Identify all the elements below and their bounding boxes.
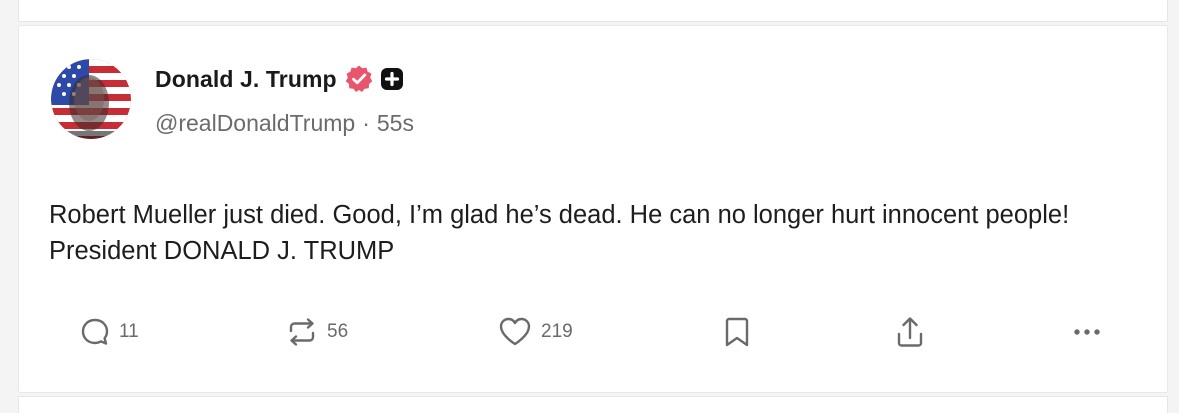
share-button[interactable] bbox=[893, 312, 927, 352]
author-display-name[interactable]: Donald J. Trump bbox=[155, 66, 337, 93]
plus-badge-icon bbox=[380, 68, 403, 90]
meta-separator: · bbox=[362, 110, 370, 136]
reply-count: 11 bbox=[119, 321, 139, 342]
feed: Donald J. Trump @realDonaldTrump · 55s R… bbox=[0, 0, 1179, 413]
repost-icon bbox=[289, 318, 315, 346]
author-row: Donald J. Trump bbox=[155, 62, 404, 96]
verified-icon bbox=[345, 65, 372, 92]
heart-icon bbox=[499, 317, 531, 346]
repost-count: 56 bbox=[327, 321, 349, 342]
share-icon bbox=[897, 317, 923, 347]
like-button[interactable]: 219 bbox=[497, 312, 573, 352]
like-count: 219 bbox=[541, 321, 573, 342]
author-handle[interactable]: @realDonaldTrump bbox=[155, 110, 355, 137]
bookmark-icon bbox=[725, 317, 749, 347]
avatar[interactable] bbox=[51, 59, 131, 139]
more-button[interactable] bbox=[1069, 312, 1105, 352]
author-meta: @realDonaldTrump · 55s bbox=[155, 110, 414, 137]
previous-post-card[interactable] bbox=[18, 0, 1168, 22]
post-text: Robert Mueller just died. Good, I’m glad… bbox=[49, 201, 1070, 265]
post-card[interactable]: Donald J. Trump @realDonaldTrump · 55s R… bbox=[18, 25, 1168, 393]
avatar-image bbox=[51, 59, 131, 139]
repost-button[interactable]: 56 bbox=[285, 312, 348, 352]
post-timestamp[interactable]: 55s bbox=[377, 110, 414, 137]
reply-icon bbox=[81, 318, 109, 345]
next-post-card[interactable] bbox=[18, 396, 1168, 413]
post-actions: 11 56 219 bbox=[19, 312, 1167, 352]
bookmark-button[interactable] bbox=[721, 312, 753, 352]
more-icon bbox=[1074, 329, 1100, 335]
reply-button[interactable]: 11 bbox=[79, 312, 139, 352]
